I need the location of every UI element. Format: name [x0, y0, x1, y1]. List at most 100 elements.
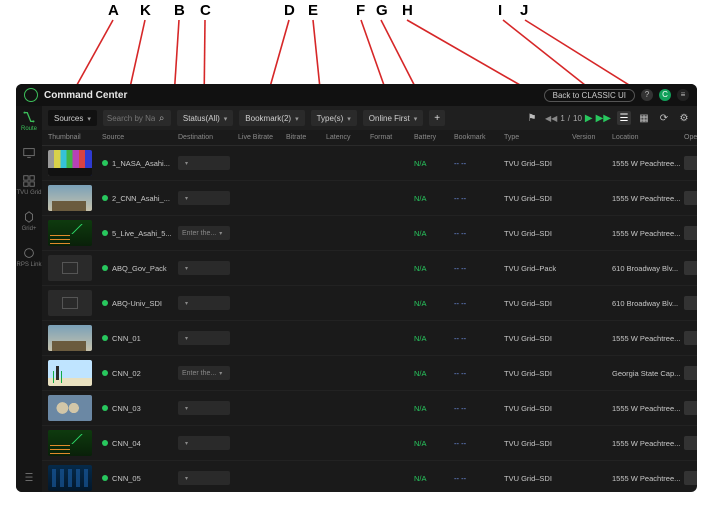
- operation-button[interactable]: [684, 296, 697, 310]
- page-next-button[interactable]: ▶: [585, 113, 593, 124]
- flag-icon[interactable]: ⚑: [525, 111, 539, 125]
- thumbnail[interactable]: [48, 465, 92, 491]
- thumbnail[interactable]: [48, 255, 92, 281]
- destination-dropdown[interactable]: [178, 401, 230, 415]
- table-row[interactable]: 2_CNN_Asahi_...N/A-- --TVU Grid–SDI1555 …: [42, 181, 697, 216]
- page-last-button[interactable]: ▶▶: [596, 113, 611, 124]
- route-icon: [22, 110, 36, 124]
- settings-button[interactable]: ⚙: [677, 111, 691, 125]
- thumbnail[interactable]: [48, 430, 92, 456]
- chevron-down-icon: [219, 230, 222, 237]
- sources-dropdown[interactable]: Sources: [48, 110, 97, 126]
- operation-button[interactable]: [684, 226, 697, 240]
- bookmark-cell[interactable]: -- --: [454, 369, 504, 378]
- bookmark-cell[interactable]: -- --: [454, 439, 504, 448]
- source-cell: 5_Live_Asahi_5...: [102, 229, 178, 238]
- thumbnail[interactable]: [48, 395, 92, 421]
- destination-dropdown[interactable]: [178, 191, 230, 205]
- sort-dropdown[interactable]: Online First: [363, 110, 423, 126]
- destination-dropdown[interactable]: [178, 261, 230, 275]
- rail-item-gridplus[interactable]: Grid+: [22, 210, 37, 232]
- bookmark-filter-dropdown[interactable]: Bookmark(2): [239, 110, 304, 126]
- operation-button[interactable]: [684, 436, 697, 450]
- rps-icon: [22, 246, 36, 260]
- operation-button[interactable]: [684, 331, 697, 345]
- rail-item-monitor[interactable]: [22, 146, 36, 160]
- table-row[interactable]: 1_NASA_Asahi...N/A-- --TVU Grid–SDI1555 …: [42, 146, 697, 181]
- thumbnail[interactable]: [48, 290, 92, 316]
- table-row[interactable]: CNN_04N/A-- --TVU Grid–SDI1555 W Peachtr…: [42, 426, 697, 461]
- chevron-down-icon: [87, 114, 91, 123]
- destination-dropdown[interactable]: Enter the...: [178, 366, 230, 380]
- add-button[interactable]: +: [429, 110, 445, 126]
- bookmark-cell[interactable]: -- --: [454, 194, 504, 203]
- thumbnail[interactable]: [48, 325, 92, 351]
- operation-button[interactable]: [684, 401, 697, 415]
- operation-button[interactable]: [684, 471, 697, 485]
- rail-item-collapse[interactable]: [22, 470, 36, 484]
- table-row[interactable]: CNN_03N/A-- --TVU Grid–SDI1555 W Peachtr…: [42, 391, 697, 426]
- status-filter-dropdown[interactable]: Status(All): [177, 110, 233, 126]
- table-row[interactable]: ABQ_Gov_PackN/A-- --TVU Grid–Pack610 Bro…: [42, 251, 697, 286]
- bookmark-cell[interactable]: -- --: [454, 299, 504, 308]
- destination-dropdown[interactable]: Enter the...: [178, 226, 230, 240]
- search-input[interactable]: [107, 114, 155, 123]
- operation-button[interactable]: [684, 191, 697, 205]
- bookmark-cell[interactable]: -- --: [454, 264, 504, 273]
- destination-dropdown[interactable]: [178, 471, 230, 485]
- thumbnail[interactable]: [48, 185, 92, 211]
- rail-item-rpslink[interactable]: RPS Link: [16, 246, 41, 268]
- destination-dropdown[interactable]: [178, 436, 230, 450]
- annotation-label: C: [200, 2, 211, 19]
- refresh-button[interactable]: ⟳: [657, 111, 671, 125]
- table-row[interactable]: ABQ-Univ_SDIN/A-- --TVU Grid–SDI610 Broa…: [42, 286, 697, 321]
- battery-cell: N/A: [414, 299, 454, 308]
- destination-dropdown[interactable]: [178, 156, 230, 170]
- source-cell: CNN_05: [102, 474, 178, 483]
- table-body: 1_NASA_Asahi...N/A-- --TVU Grid–SDI1555 …: [42, 146, 697, 492]
- app-title: Command Center: [44, 90, 127, 101]
- table-row[interactable]: CNN_01N/A-- --TVU Grid–SDI1555 W Peachtr…: [42, 321, 697, 356]
- thumbnail[interactable]: [48, 150, 92, 176]
- type-cell: TVU Grid–SDI: [504, 439, 572, 448]
- table-row[interactable]: CNN_05N/A-- --TVU Grid–SDI1555 W Peachtr…: [42, 461, 697, 492]
- menu-icon[interactable]: ≡: [677, 89, 689, 101]
- page-current: 1: [560, 114, 564, 123]
- table-row[interactable]: 5_Live_Asahi_5...Enter the...N/A-- --TVU…: [42, 216, 697, 251]
- table-row[interactable]: CNN_02Enter the...N/A-- --TVU Grid–SDIGe…: [42, 356, 697, 391]
- operation-button[interactable]: [684, 156, 697, 170]
- destination-dropdown[interactable]: [178, 296, 230, 310]
- operation-button[interactable]: [684, 261, 697, 275]
- rail-item-tvugrid[interactable]: TVU Grid: [16, 174, 41, 196]
- search-input-wrapper[interactable]: [103, 110, 171, 126]
- bookmark-cell[interactable]: -- --: [454, 474, 504, 483]
- chevron-down-icon: [414, 114, 418, 123]
- classic-ui-button[interactable]: Back to CLASSIC UI: [544, 89, 635, 102]
- destination-dropdown[interactable]: [178, 331, 230, 345]
- source-cell: CNN_02: [102, 369, 178, 378]
- bookmark-cell[interactable]: -- --: [454, 404, 504, 413]
- operation-button[interactable]: [684, 366, 697, 380]
- grid-view-button[interactable]: ▦: [637, 111, 651, 125]
- collapse-icon: [22, 470, 36, 484]
- bookmark-cell[interactable]: -- --: [454, 334, 504, 343]
- location-cell: 1555 W Peachtree...: [612, 334, 684, 343]
- table-header: Thumbnail Source Destination Live Bitrat…: [42, 130, 697, 146]
- page-prev-button[interactable]: ◀◀: [545, 114, 557, 123]
- type-filter-dropdown[interactable]: Type(s): [311, 110, 357, 126]
- dropdown-label: Sources: [54, 114, 83, 123]
- thumbnail[interactable]: [48, 220, 92, 246]
- thumbnail[interactable]: [48, 360, 92, 386]
- bookmark-cell[interactable]: -- --: [454, 159, 504, 168]
- help-icon[interactable]: ?: [641, 89, 653, 101]
- bookmark-cell[interactable]: -- --: [454, 229, 504, 238]
- list-view-button[interactable]: ☰: [617, 111, 631, 125]
- toolbar-right: ⚑ ◀◀ 1 / 10 ▶ ▶▶ ☰ ▦ ⟳ ⚙: [525, 111, 691, 125]
- user-avatar[interactable]: C: [659, 89, 671, 101]
- pagination: ◀◀ 1 / 10 ▶ ▶▶: [545, 113, 611, 124]
- app-window: Command Center Back to CLASSIC UI ? C ≡ …: [16, 84, 697, 492]
- status-dot-icon: [102, 335, 108, 341]
- battery-cell: N/A: [414, 474, 454, 483]
- rail-item-route[interactable]: Route: [21, 110, 37, 132]
- chevron-down-icon: [185, 405, 188, 412]
